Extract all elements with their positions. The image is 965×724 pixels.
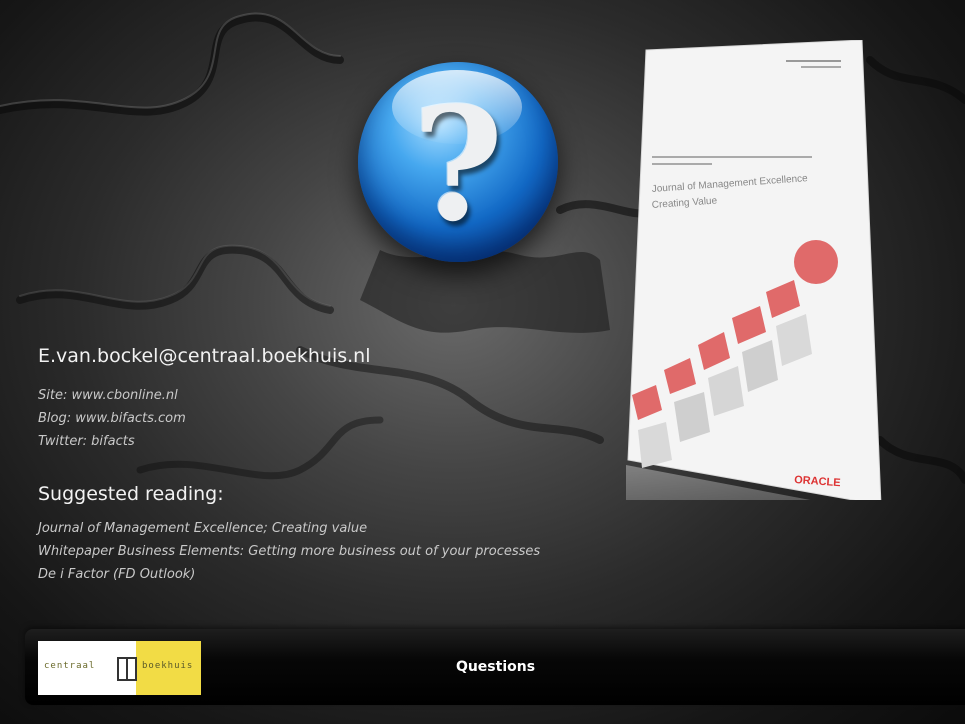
contact-twitter: Twitter: bifacts: [38, 434, 135, 449]
question-orb: ?: [358, 62, 558, 262]
contact-email: E.van.bockel@centraal.boekhuis.nl: [38, 345, 371, 367]
contact-site: Site: www.cbonline.nl: [38, 388, 178, 403]
reading-item: Journal of Management Excellence; Creati…: [38, 521, 368, 536]
contact-info-list: Site: www.cbonline.nl Blog: www.bifacts.…: [38, 384, 186, 453]
contact-blog: Blog: www.bifacts.com: [38, 411, 186, 426]
footer-bar: centraal boekhuis Questions: [25, 629, 965, 705]
reading-item: Whitepaper Business Elements: Getting mo…: [38, 544, 541, 559]
journal-cover-image: Journal of Management Excellence Creatin…: [626, 40, 889, 500]
reading-item: De i Factor (FD Outlook): [38, 567, 196, 582]
suggested-reading-list: Journal of Management Excellence; Creati…: [38, 517, 540, 586]
footer-title: Questions: [455, 659, 536, 675]
slide: ? Journal of Management Excellence Creat…: [0, 0, 965, 724]
question-mark-icon: ?: [412, 73, 504, 256]
suggested-reading-heading: Suggested reading:: [38, 483, 224, 505]
